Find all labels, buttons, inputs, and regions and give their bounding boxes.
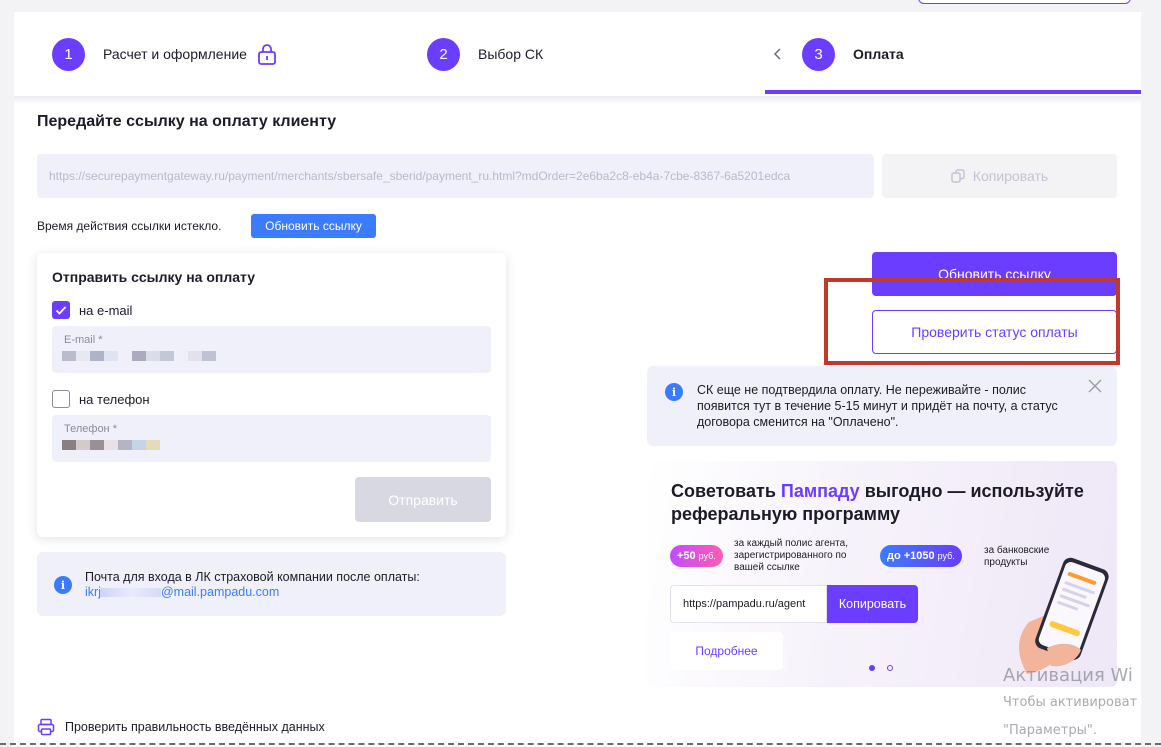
mail-address-prefix: ikrj: [85, 585, 101, 599]
step-insurer-choice[interactable]: 2 Выбор СК: [427, 37, 543, 71]
agent-bonus-amount: +50: [677, 550, 696, 562]
phone-field-label: Телефон *: [64, 423, 117, 435]
bank-bonus-unit: руб.: [937, 551, 955, 561]
mail-address-suffix: @mail.pampadu.com: [160, 585, 280, 599]
send-card-title: Отправить ссылку на оплату: [52, 269, 256, 285]
promo-title-start: Советовать: [671, 481, 781, 501]
bank-bonus-amount: до +1050: [887, 550, 935, 562]
page-content: 1 Расчет и оформление 2 Выбор СК 3 Оплат…: [14, 12, 1141, 747]
agent-bonus-unit: руб.: [698, 551, 716, 561]
info-icon: i: [665, 383, 683, 401]
email-field-label: E-mail *: [64, 334, 103, 346]
lock-icon: [258, 44, 276, 65]
referral-promo-banner: Советовать Пампаду выгодно — используйте…: [647, 461, 1117, 687]
step-number: 3: [802, 37, 835, 71]
page-title: Передайте ссылку на оплату клиенту: [37, 113, 337, 130]
activation-watermark-title: Активация Wi: [1003, 665, 1133, 686]
copy-link-button[interactable]: Копировать: [882, 154, 1117, 198]
email-checkbox-label: на e-mail: [79, 303, 133, 318]
agent-bonus-badge: +50 руб.: [670, 545, 723, 567]
promo-brand-name: Пампаду: [780, 481, 860, 501]
verify-data-label: Проверить правильность введённых данных: [65, 720, 325, 734]
step-label: Оплата: [853, 46, 904, 62]
page-bottom-border: [0, 743, 1161, 745]
phone-checkbox-label: на телефон: [79, 392, 150, 407]
step-label: Выбор СК: [478, 46, 544, 62]
insurer-notice-text: СК еще не подтвердила оплату. Не пережив…: [697, 383, 1058, 429]
mail-info-message: Почта для входа в ЛК страховой компании …: [85, 570, 420, 584]
send-button[interactable]: Отправить: [355, 477, 491, 522]
email-checkbox[interactable]: [52, 301, 70, 319]
activation-watermark-line: "Параметры".: [1003, 723, 1097, 738]
mail-info-notice: i Почта для входа в ЛК страховой компани…: [37, 552, 506, 616]
mail-info-text: Почта для входа в ЛК страховой компании …: [85, 570, 420, 600]
active-step-indicator: [765, 90, 1141, 94]
top-action-button[interactable]: [918, 0, 1131, 4]
phone-in-hand-illustration: [1019, 557, 1109, 674]
send-link-card: Отправить ссылку на оплату на e-mail E-m…: [37, 253, 506, 537]
masked-phone-value: [62, 440, 174, 450]
bank-bonus-badge: до +1050 руб.: [880, 545, 962, 567]
step-number: 1: [52, 37, 85, 71]
promo-title: Советовать Пампаду выгодно — используйте…: [671, 480, 1101, 526]
phone-checkbox[interactable]: [52, 390, 70, 408]
payment-link-field[interactable]: https://securepaymentgateway.ru/payment/…: [37, 154, 874, 198]
insurer-payment-notice: i СК еще не подтвердила оплату. Не переж…: [647, 366, 1117, 446]
stepper: 1 Расчет и оформление 2 Выбор СК 3 Оплат…: [14, 12, 1141, 96]
mail-address-mask: [100, 588, 161, 598]
step-payment[interactable]: 3 Оплата: [802, 37, 904, 71]
close-icon[interactable]: [1088, 379, 1102, 393]
highlight-frame: [824, 278, 1120, 365]
agent-bonus-note: за каждый полис агента, зарегистрированн…: [734, 538, 848, 573]
phone-field[interactable]: Телефон *: [52, 415, 491, 462]
link-expired-text: Время действия ссылки истекло.: [37, 219, 222, 233]
step-calculation[interactable]: 1 Расчет и оформление: [52, 37, 277, 71]
stepper-divider: [14, 96, 1141, 104]
copy-icon: [951, 169, 965, 183]
email-field[interactable]: E-mail *: [52, 326, 491, 373]
step-number: 2: [427, 37, 460, 71]
chevron-left-icon[interactable]: [773, 47, 783, 61]
checkmark-icon: [55, 306, 67, 315]
copy-referral-button[interactable]: Копировать: [827, 585, 918, 623]
mail-address[interactable]: ikrj @mail.pampadu.com: [85, 585, 420, 600]
info-icon: i: [54, 576, 72, 594]
referral-link-field[interactable]: https://pampadu.ru/agent: [670, 585, 827, 623]
verify-data-link[interactable]: Проверить правильность введённых данных: [37, 718, 325, 736]
activation-watermark-line: Чтобы активироват: [1003, 695, 1138, 710]
printer-icon: [37, 718, 55, 736]
more-info-button[interactable]: Подробнее: [670, 632, 783, 670]
refresh-link-small-button[interactable]: Обновить ссылку: [251, 214, 376, 238]
carousel-dot[interactable]: [887, 665, 893, 671]
copy-link-label: Копировать: [972, 168, 1049, 184]
step-label: Расчет и оформление: [103, 46, 247, 62]
carousel-dot-active[interactable]: [869, 665, 875, 671]
masked-email-value: [62, 351, 216, 361]
